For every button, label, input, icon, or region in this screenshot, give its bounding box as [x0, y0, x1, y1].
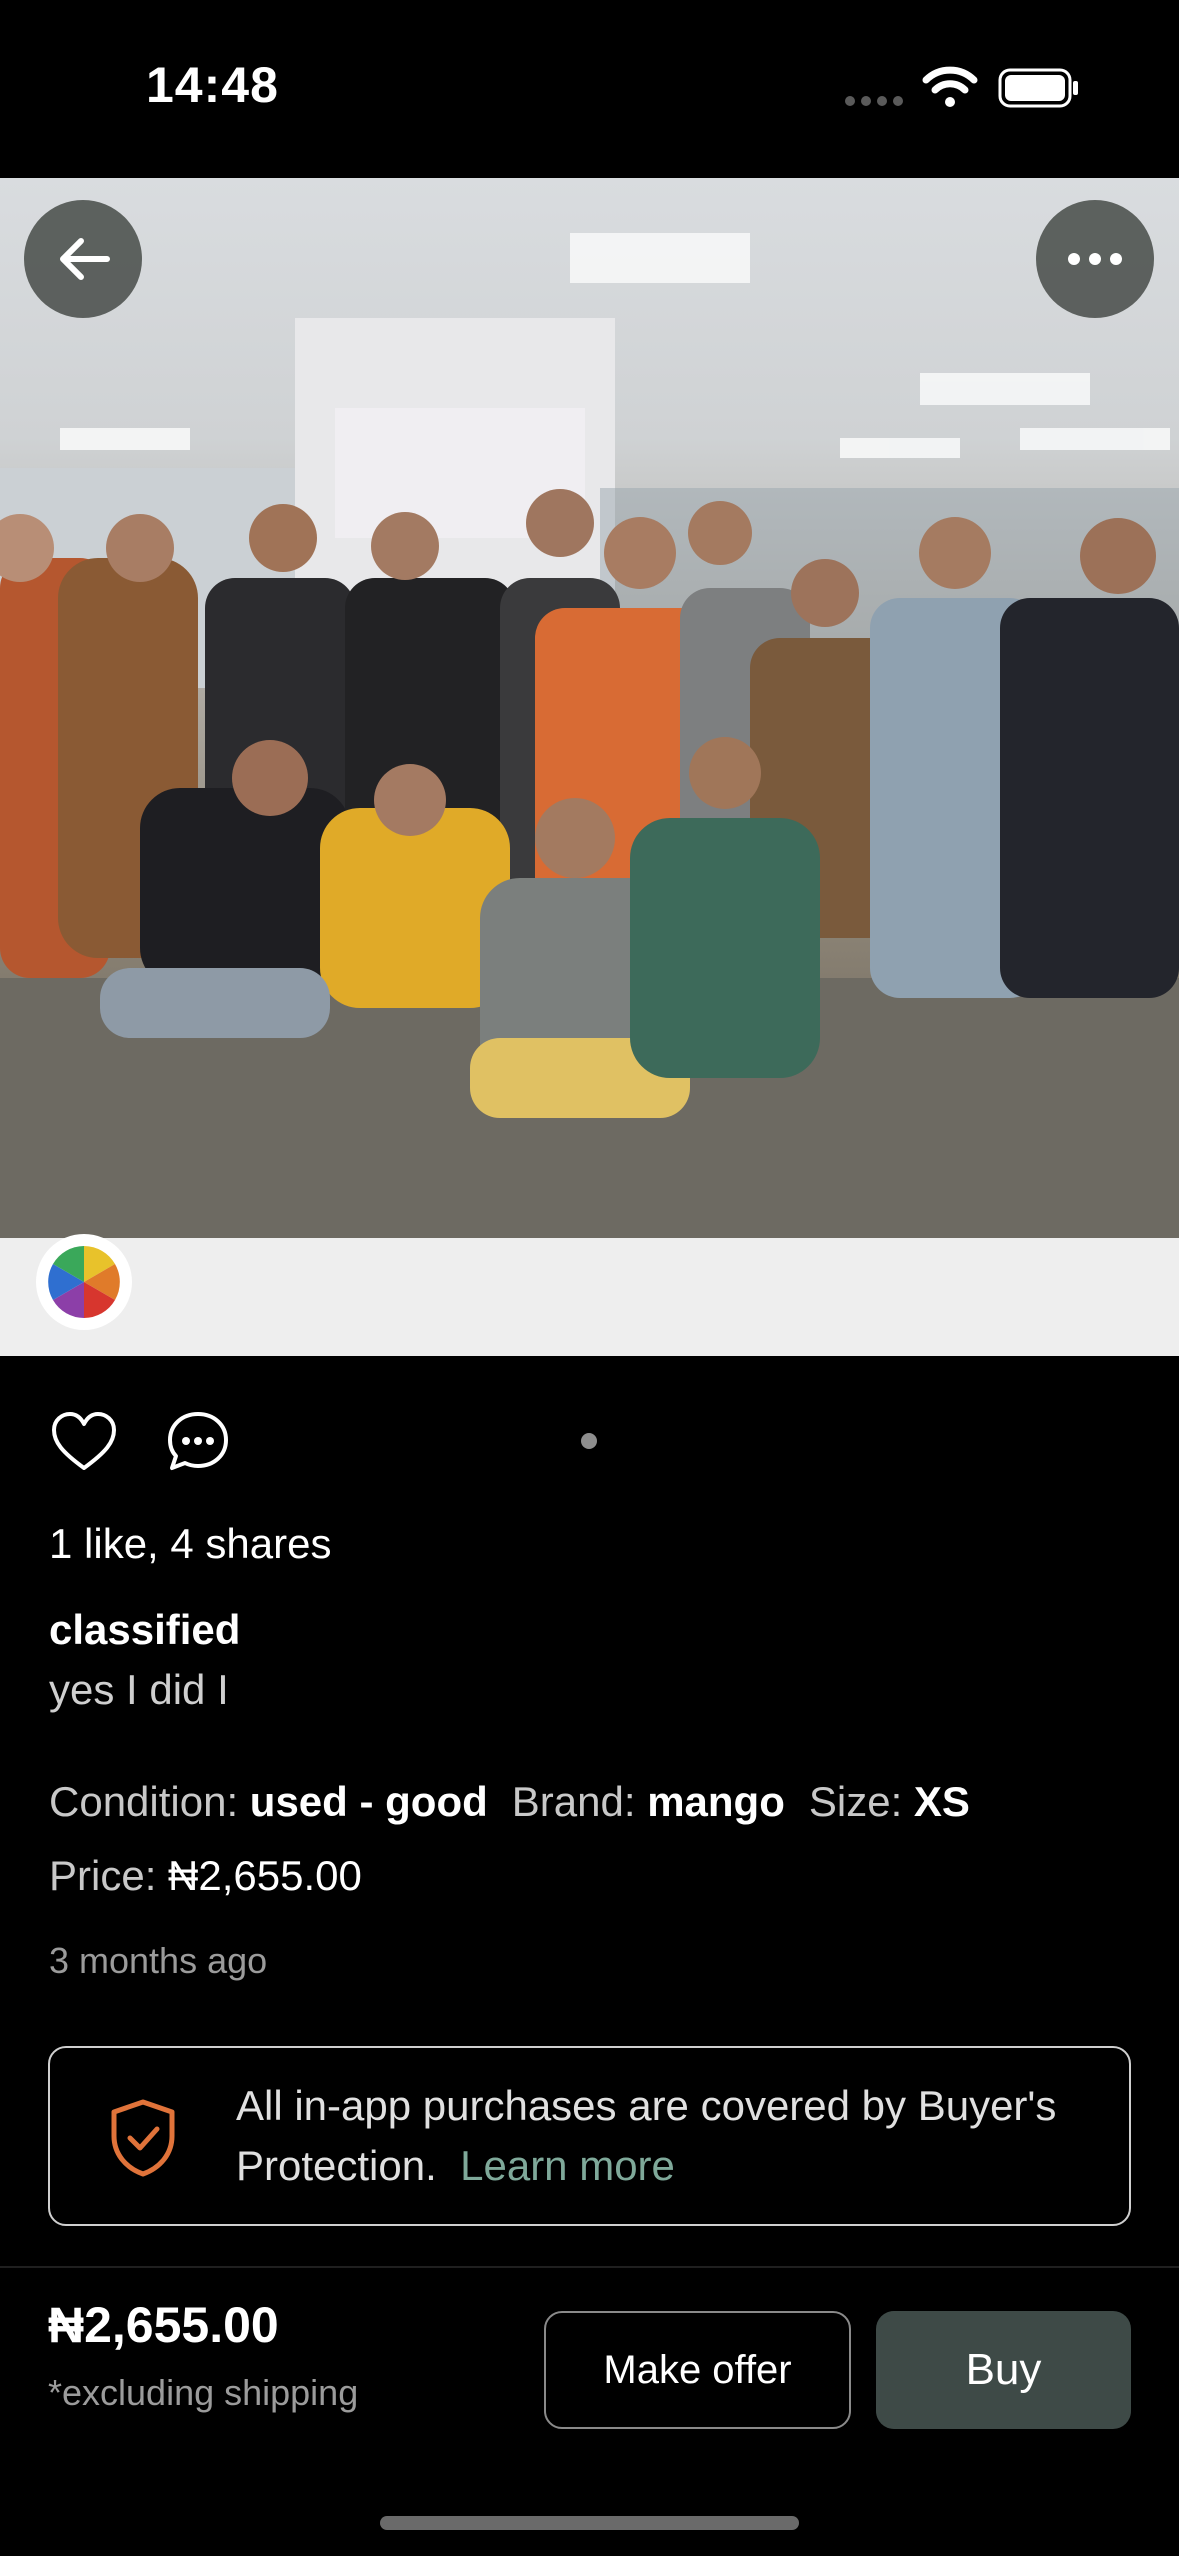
likes-shares-count[interactable]: 1 like, 4 shares: [49, 1520, 331, 1568]
make-offer-button[interactable]: Make offer: [544, 2311, 851, 2429]
arrow-left-icon: [60, 238, 110, 280]
shipping-note: *excluding shipping: [48, 2372, 359, 2413]
like-button[interactable]: [48, 1406, 120, 1478]
price-value: ₦2,655.00: [168, 1852, 362, 1899]
comment-button[interactable]: [162, 1406, 234, 1478]
condition-value: used - good: [249, 1778, 488, 1825]
buyer-protection-notice: All in-app purchases are covered by Buye…: [48, 2046, 1131, 2226]
item-title: classified: [49, 1606, 241, 1653]
size-value: XS: [913, 1778, 970, 1825]
buy-button[interactable]: Buy: [876, 2311, 1131, 2429]
wifi-icon: [922, 66, 978, 107]
protection-text: All in-app purchases are covered by Buye…: [236, 2076, 1096, 2196]
price-label: Price:: [49, 1852, 157, 1899]
bottom-price: ₦2,655.00: [48, 2297, 279, 2353]
learn-more-link[interactable]: Learn more: [460, 2142, 675, 2189]
heart-icon: [52, 1412, 116, 1470]
price-row: Price: ₦2,655.00: [49, 1852, 362, 1900]
brand-value[interactable]: mango: [647, 1778, 785, 1826]
action-row: [0, 1400, 1179, 1484]
item-details: Condition: used - good Brand: mango Size…: [49, 1778, 970, 1826]
listing-photo[interactable]: [0, 178, 1179, 1356]
shield-check-icon: [111, 2099, 175, 2177]
size-label: Size:: [808, 1778, 903, 1825]
brand-label: Brand:: [511, 1778, 636, 1825]
listing-screen: 14:48 1 like, 4 shares classified yes I …: [0, 0, 1179, 2556]
chat-bubble-icon: [168, 1412, 228, 1470]
color-wheel-icon: [48, 1246, 120, 1318]
group-photo-image: [0, 233, 1179, 1356]
battery-icon: [998, 68, 1078, 108]
condition-label: Condition:: [49, 1778, 239, 1825]
bottom-bar-divider: [0, 2266, 1179, 2268]
carousel-page-indicator: [581, 1433, 597, 1449]
ellipsis-icon: [1068, 253, 1122, 265]
posted-time: 3 months ago: [49, 1940, 268, 1981]
item-description: yes I did I: [49, 1666, 229, 1713]
status-time: 14:48: [146, 57, 279, 113]
status-bar: 14:48: [0, 0, 1179, 178]
cellular-signal-icon: [845, 96, 905, 106]
back-button[interactable]: [24, 200, 142, 318]
more-options-button[interactable]: [1036, 200, 1154, 318]
home-indicator[interactable]: [380, 2516, 799, 2530]
color-badge[interactable]: [36, 1234, 132, 1330]
